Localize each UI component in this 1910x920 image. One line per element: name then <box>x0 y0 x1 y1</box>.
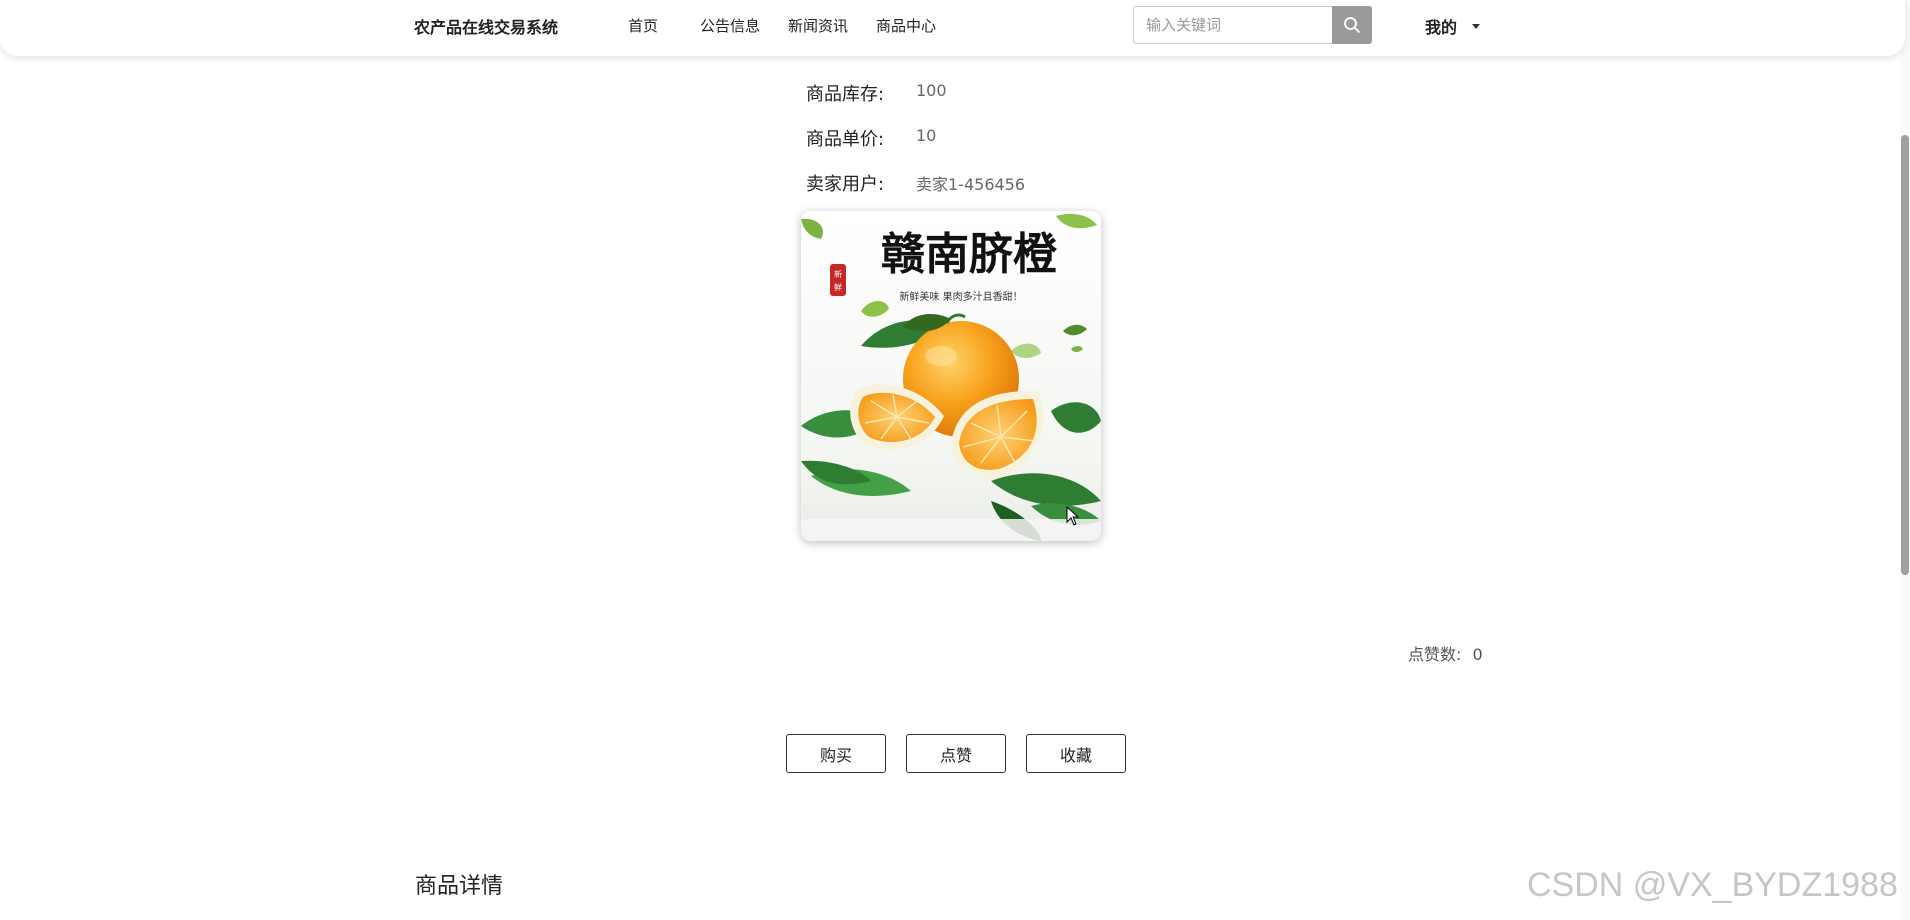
product-image: 赣南脐橙 新鲜美味 果肉多汁且香甜！ 新 鲜 <box>801 211 1101 541</box>
nav-product-center[interactable]: 商品中心 <box>876 15 936 36</box>
seal-text-2: 鲜 <box>834 282 842 292</box>
mouse-cursor-icon <box>1066 506 1080 526</box>
site-brand[interactable]: 农产品在线交易系统 <box>414 14 558 38</box>
search-button[interactable] <box>1332 6 1372 44</box>
like-count-value: 0 <box>1472 645 1483 664</box>
seller-value: 卖家1-456456 <box>916 175 1026 194</box>
like-count: 点赞数: 0 <box>1408 641 1483 665</box>
stock-label: 商品库存: <box>806 84 885 105</box>
image-title: 赣南脐橙 <box>881 229 1058 280</box>
seal-text-1: 新 <box>834 269 842 279</box>
stock-value: 100 <box>916 81 947 100</box>
chevron-down-icon[interactable] <box>1472 24 1480 29</box>
nav-news[interactable]: 新闻资讯 <box>788 15 848 36</box>
search-input[interactable] <box>1133 6 1333 44</box>
page: 农产品在线交易系统 首页 公告信息 新闻资讯 商品中心 我的 商品库存: 100… <box>0 0 1910 920</box>
buy-button[interactable]: 购买 <box>786 734 886 773</box>
price-label: 商品单价: <box>806 129 885 150</box>
watermark-text: CSDN @VX_BYDZ1988 <box>1527 866 1898 904</box>
scrollbar-thumb[interactable] <box>1901 135 1909 575</box>
nav-announcements[interactable]: 公告信息 <box>700 15 760 36</box>
user-menu[interactable]: 我的 <box>1425 14 1457 38</box>
favorite-button[interactable]: 收藏 <box>1026 734 1126 773</box>
search-icon <box>1344 17 1360 33</box>
nav-home[interactable]: 首页 <box>628 15 658 36</box>
top-navbar: 农产品在线交易系统 首页 公告信息 新闻资讯 商品中心 我的 <box>0 0 1905 56</box>
seller-label: 卖家用户: <box>806 174 885 195</box>
orange-product-illustration: 赣南脐橙 新鲜美味 果肉多汁且香甜！ 新 鲜 <box>801 211 1101 541</box>
image-subtitle: 新鲜美味 果肉多汁且香甜！ <box>899 290 1022 303</box>
like-button[interactable]: 点赞 <box>906 734 1006 773</box>
like-count-label: 点赞数: <box>1408 645 1462 664</box>
price-value: 10 <box>916 126 937 145</box>
details-section-title: 商品详情 <box>415 874 504 899</box>
scrollbar-track[interactable] <box>1900 0 1910 920</box>
